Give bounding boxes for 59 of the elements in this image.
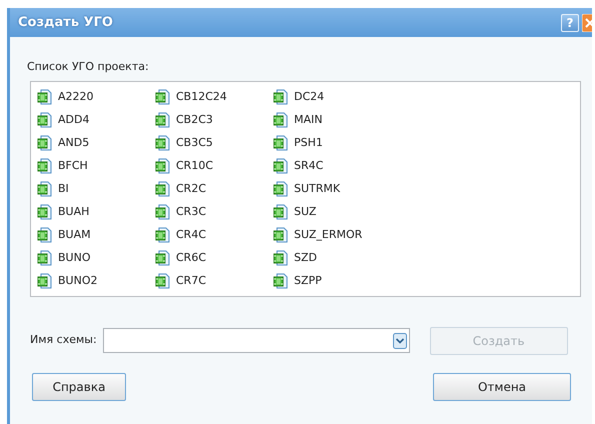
item-label: BUNO2 xyxy=(58,274,98,288)
item-label: BUNO xyxy=(58,251,90,265)
list-item[interactable]: BFCH xyxy=(37,154,155,178)
item-label: SR4C xyxy=(294,159,324,173)
list-item[interactable]: BUAH xyxy=(37,200,155,224)
list-item[interactable]: PSH1 xyxy=(273,132,391,154)
item-label: CR2C xyxy=(176,182,206,196)
item-label: CR7C xyxy=(176,274,206,288)
item-label: CR4C xyxy=(176,228,206,242)
item-label: BI xyxy=(58,182,69,196)
item-label: CR3C xyxy=(176,205,206,219)
list-item[interactable]: SZD xyxy=(273,246,391,270)
item-label: ADD4 xyxy=(58,113,90,127)
item-label: SUZ xyxy=(294,205,316,219)
cancel-button[interactable]: Отмена xyxy=(433,372,571,400)
list-item[interactable]: SUZ xyxy=(273,200,391,224)
list-item[interactable]: BUNO2 xyxy=(37,270,155,292)
list-item[interactable]: CB3C5 xyxy=(155,132,273,154)
item-label: CR6C xyxy=(176,251,206,265)
item-label: CB12C24 xyxy=(176,90,227,104)
item-label: CR10C xyxy=(176,159,214,173)
list-item[interactable]: CR7C xyxy=(155,270,273,292)
item-label: SUTRMK xyxy=(294,182,340,196)
item-label: BUAH xyxy=(58,205,90,219)
list-label: Список УГО проекта: xyxy=(26,59,150,75)
item-label: PSH1 xyxy=(294,136,323,150)
field-label: Имя схемы: xyxy=(30,332,97,348)
item-label: BFCH xyxy=(58,159,88,173)
item-label: MAIN xyxy=(294,113,322,127)
list-item[interactable]: CR10C xyxy=(155,154,273,178)
item-label: DC24 xyxy=(294,90,324,104)
item-label: AND5 xyxy=(58,136,90,150)
list-item[interactable]: BI xyxy=(37,178,155,200)
list-item[interactable]: A2220 xyxy=(37,86,155,108)
list-item[interactable]: CR4C xyxy=(155,224,273,246)
item-label: SUZ_ERMOR xyxy=(294,228,362,242)
list-item[interactable]: AND5 xyxy=(37,132,155,154)
item-label: BUAM xyxy=(58,228,91,242)
item-label: SZPP xyxy=(294,274,322,288)
list-item[interactable]: SR4C xyxy=(273,154,391,178)
help-button[interactable]: Справка xyxy=(32,372,126,400)
list-item[interactable]: CR2C xyxy=(155,178,273,200)
list-item[interactable]: CR6C xyxy=(155,246,273,270)
list-item[interactable]: ADD4 xyxy=(37,108,155,132)
list-item[interactable]: MAIN xyxy=(273,108,391,132)
list-item[interactable]: SUTRMK xyxy=(273,178,391,200)
item-label: SZD xyxy=(294,251,317,265)
item-label: A2220 xyxy=(58,90,94,104)
item-label: CB3C5 xyxy=(176,136,213,150)
list-item[interactable]: CB12C24 xyxy=(155,86,273,108)
list-item[interactable]: CB2C3 xyxy=(155,108,273,132)
list-item[interactable]: SZPP xyxy=(273,270,391,292)
list-item[interactable]: BUNO xyxy=(37,246,155,270)
list-item[interactable]: BUAM xyxy=(37,224,155,246)
item-label: CB2C3 xyxy=(176,113,213,127)
list-item[interactable]: CR3C xyxy=(155,200,273,224)
list-item[interactable]: DC24 xyxy=(273,86,391,108)
list-item[interactable]: SUZ_ERMOR xyxy=(273,224,391,246)
window-title: Создать УГО xyxy=(18,14,113,32)
